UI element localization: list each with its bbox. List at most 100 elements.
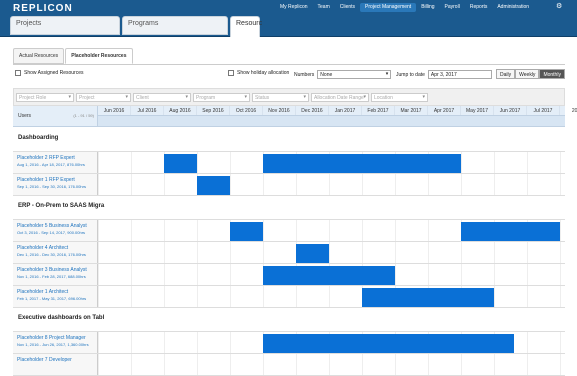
- gridline: [164, 174, 165, 195]
- gridline: [230, 152, 231, 173]
- resource-dates: Nov 1, 2016 - Feb 28, 2017, 688.00hrs: [17, 274, 86, 279]
- gridline: [164, 242, 165, 263]
- gridline: [98, 332, 99, 353]
- resource-grid: Users (1 - 91 / 59) Jun 2016 Jul 2016 Aug …: [13, 106, 577, 376]
- show-holiday-control[interactable]: Show holiday allocation: [228, 70, 289, 76]
- jump-to-date-input[interactable]: Apr 3, 2017: [427, 70, 492, 79]
- allocation-bar[interactable]: [296, 244, 329, 263]
- project-title: Executive dashboards on Tabl: [18, 315, 105, 321]
- view-daily-button[interactable]: Daily: [496, 69, 516, 79]
- resource-name-link[interactable]: Placeholder 1 Architect: [17, 289, 68, 295]
- gridline: [131, 332, 132, 353]
- show-holiday-checkbox[interactable]: [228, 70, 234, 76]
- resource-row: Placeholder 8 Project Manager Nov 1, 2016…: [13, 332, 565, 354]
- allocation-bar[interactable]: [263, 266, 395, 285]
- gridline: [395, 174, 396, 195]
- filter-project-role[interactable]: Project Role: [16, 92, 74, 102]
- filter-status[interactable]: Status: [252, 92, 309, 102]
- project-label-cell: Executive dashboards on Tabl: [13, 308, 565, 331]
- gridline: [131, 152, 132, 173]
- view-monthly-button[interactable]: Monthly: [539, 69, 565, 79]
- nav-item-clients[interactable]: Clients: [335, 3, 360, 12]
- filter-allocation-date-range[interactable]: Allocation Date Range: [311, 92, 369, 102]
- gridline: [230, 286, 231, 307]
- tab-divider: [13, 64, 565, 65]
- resource-row: Placeholder 5 Business Analyst Oct 3, 201…: [13, 220, 565, 242]
- allocation-bar[interactable]: [230, 222, 263, 241]
- show-assigned-control[interactable]: Show Assigned Resources: [15, 70, 83, 76]
- show-assigned-checkbox[interactable]: [15, 70, 21, 76]
- gridline: [527, 332, 528, 353]
- filter-location[interactable]: Location: [371, 92, 428, 102]
- gridline: [230, 174, 231, 195]
- allocation-bar[interactable]: [197, 176, 230, 195]
- resource-name-link[interactable]: Placeholder 2 RFP Expert: [17, 155, 75, 161]
- month-label: Jun 2016: [98, 106, 131, 115]
- tab-actual-resources[interactable]: Actual Resources: [13, 48, 65, 64]
- resource-row: Placeholder 7 Developer: [13, 354, 565, 376]
- filter-client[interactable]: Client: [133, 92, 191, 102]
- tab-resources[interactable]: Resourc: [230, 16, 262, 37]
- month-band: [98, 116, 565, 127]
- nav-item-payroll[interactable]: Payroll: [440, 3, 465, 12]
- allocation-bar[interactable]: [263, 154, 428, 173]
- resource-dates: Dec 1, 2016 - Dec 30, 2016, 176.00hrs: [17, 252, 86, 257]
- pager[interactable]: (1 - 91 / 59): [73, 113, 94, 118]
- allocation-bar[interactable]: [263, 334, 514, 353]
- gridline: [263, 174, 264, 195]
- gridline: [461, 242, 462, 263]
- resource-name-link[interactable]: Placeholder 3 Business Analyst: [17, 267, 87, 273]
- resource-name-link[interactable]: Placeholder 8 Project Manager: [17, 335, 86, 341]
- month-label: Jul 2016: [131, 106, 164, 115]
- nav-item-project-management[interactable]: Project Management: [360, 3, 417, 12]
- main-nav: My Replicon Team Clients Project Management…: [275, 3, 534, 12]
- view-weekly-button[interactable]: Weekly: [515, 69, 540, 79]
- gridline: [296, 220, 297, 241]
- gridline: [494, 286, 495, 307]
- nav-item-billing[interactable]: Billing: [416, 3, 439, 12]
- project-row: Executive dashboards on Tabl: [13, 308, 565, 332]
- resource-row: Placeholder 2 RFP Expert Aug 1, 2016 - Ap…: [13, 152, 565, 174]
- resource-label-cell: Placeholder 3 Business Analyst Nov 1, 201…: [13, 264, 98, 285]
- resource-row: Placeholder 1 RFP Expert Sep 1, 2016 - Se…: [13, 174, 565, 196]
- gridline: [362, 354, 363, 375]
- view-switcher: Daily Weekly Monthly: [496, 69, 565, 79]
- gridline: [329, 354, 330, 375]
- resource-name-link[interactable]: Placeholder 7 Developer: [17, 357, 72, 363]
- filter-project[interactable]: Project: [76, 92, 131, 102]
- gridline: [560, 242, 561, 263]
- gridline: [230, 354, 231, 375]
- gear-icon[interactable]: ⚙: [556, 2, 562, 10]
- filter-program[interactable]: Program: [193, 92, 250, 102]
- project-title: Dashboarding: [18, 135, 59, 141]
- nav-item-administration[interactable]: Administration: [492, 3, 534, 12]
- resource-row: Placeholder 3 Business Analyst Nov 1, 201…: [13, 264, 565, 286]
- tab-placeholder-resources[interactable]: Placeholder Resources: [65, 48, 133, 64]
- month-label: Sep 2016: [197, 106, 230, 115]
- gridline: [362, 174, 363, 195]
- allocation-bar[interactable]: [362, 288, 494, 307]
- gridline: [131, 264, 132, 285]
- gridline: [494, 242, 495, 263]
- gridline: [560, 264, 561, 285]
- gridline: [428, 354, 429, 375]
- nav-item-team[interactable]: Team: [313, 3, 335, 12]
- gridline: [131, 242, 132, 263]
- tab-projects[interactable]: Projects: [10, 16, 120, 35]
- allocation-bar[interactable]: [164, 154, 197, 173]
- gridline: [296, 286, 297, 307]
- resource-name-link[interactable]: Placeholder 5 Business Analyst: [17, 223, 87, 229]
- gridline: [560, 354, 561, 375]
- tab-programs[interactable]: Programs: [122, 16, 228, 35]
- allocation-bar[interactable]: [428, 154, 461, 173]
- resource-dates: Feb 1, 2017 - May 31, 2017, 696.00hrs: [17, 296, 87, 301]
- gridline: [197, 152, 198, 173]
- nav-item-my-replicon[interactable]: My Replicon: [275, 3, 313, 12]
- month-label: Apr 2017: [428, 106, 461, 115]
- resource-name-link[interactable]: Placeholder 1 RFP Expert: [17, 177, 75, 183]
- nav-item-reports[interactable]: Reports: [465, 3, 493, 12]
- numbers-select[interactable]: None: [317, 70, 392, 79]
- resource-name-link[interactable]: Placeholder 4 Architect: [17, 245, 68, 251]
- allocation-bar[interactable]: [461, 222, 560, 241]
- gridline: [230, 264, 231, 285]
